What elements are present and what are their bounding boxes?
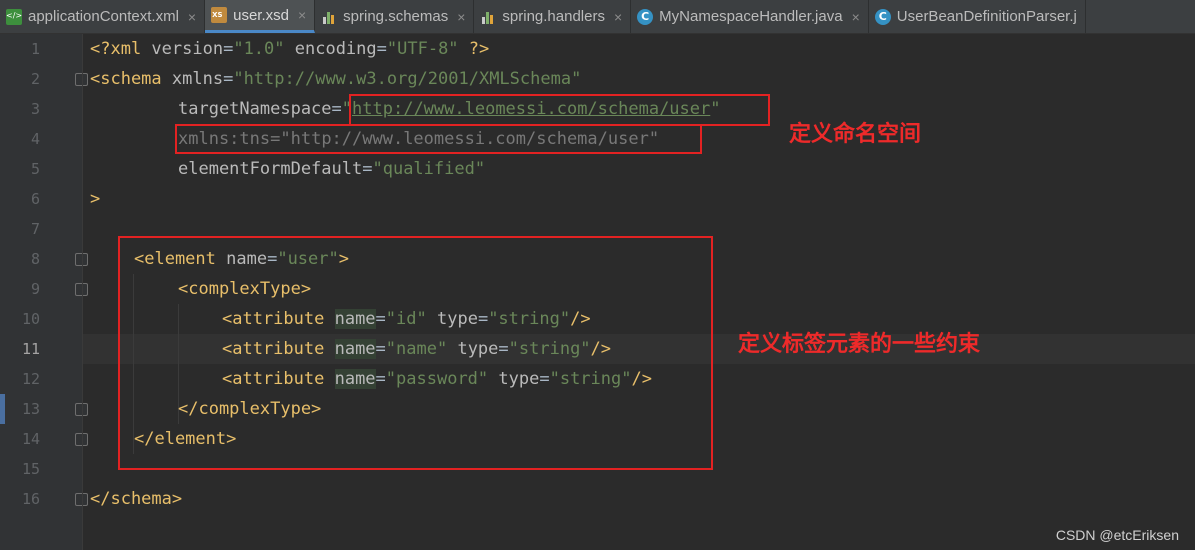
line-number: 1 <box>30 40 40 58</box>
code-line-2: <schema xmlns="http://www.w3.org/2001/XM… <box>90 69 582 89</box>
close-icon[interactable]: × <box>298 7 306 23</box>
tab-label: UserBeanDefinitionParser.j <box>896 8 1077 25</box>
tab-user-xsd[interactable]: user.xsd × <box>205 0 316 33</box>
line-number: 10 <box>21 310 40 328</box>
watermark: CSDN @etcEriksen <box>1055 527 1179 543</box>
tab-label: user.xsd <box>233 6 289 24</box>
line-number: 6 <box>30 190 40 208</box>
line-number-gutter: 1 2 3 4 5 6 7 8 9 10 11 12 13 14 15 16 <box>0 34 88 550</box>
editor-tab-bar: applicationContext.xml × user.xsd × spri… <box>0 0 1195 34</box>
properties-file-icon <box>321 9 337 25</box>
java-class-icon <box>637 8 654 25</box>
line-number: 4 <box>30 130 40 148</box>
tab-userbeandefinitionparser-java[interactable]: UserBeanDefinitionParser.j <box>869 0 1086 33</box>
xml-file-icon <box>6 8 22 25</box>
code-line-16: </schema> <box>90 489 183 509</box>
close-icon[interactable]: × <box>457 9 465 25</box>
tab-label: spring.schemas <box>343 8 449 25</box>
line-number: 2 <box>30 70 40 88</box>
close-icon[interactable]: × <box>852 9 860 25</box>
close-icon[interactable]: × <box>614 9 622 25</box>
target-namespace-highlight-box <box>349 94 770 126</box>
xmlns-tns-highlight-box <box>175 124 702 154</box>
constraints-annotation: 定义标签元素的一些约束 <box>738 332 981 357</box>
tab-label: spring.handlers <box>502 8 605 25</box>
scroll-marker <box>0 394 5 424</box>
line-number: 5 <box>30 160 40 178</box>
line-number: 7 <box>30 220 40 238</box>
line-number: 12 <box>21 370 40 388</box>
code-line-5: elementFormDefault="qualified" <box>178 159 486 179</box>
line-number-current: 11 <box>21 340 40 358</box>
properties-file-icon <box>480 9 496 25</box>
line-number: 9 <box>30 280 40 298</box>
xsd-file-icon <box>211 7 228 23</box>
line-number: 8 <box>30 250 40 268</box>
line-number: 16 <box>21 490 40 508</box>
line-number: 3 <box>30 100 40 118</box>
element-constraints-highlight-box <box>118 236 713 470</box>
line-number: 13 <box>21 400 40 418</box>
tab-spring-handlers[interactable]: spring.handlers × <box>474 0 632 33</box>
tab-spring-schemas[interactable]: spring.schemas × <box>315 0 475 33</box>
line-number: 14 <box>21 430 40 448</box>
namespace-annotation: 定义命名空间 <box>789 122 922 147</box>
tab-label: applicationContext.xml <box>28 8 179 25</box>
code-line-1: <?xml version="1.0" encoding="UTF-8" ?> <box>90 39 490 59</box>
tab-label: MyNamespaceHandler.java <box>659 8 843 25</box>
code-line-6: > <box>90 189 101 209</box>
line-number: 15 <box>21 460 40 478</box>
tab-mynamespacehandler-java[interactable]: MyNamespaceHandler.java × <box>631 0 869 33</box>
java-class-icon <box>874 8 891 25</box>
close-icon[interactable]: × <box>188 9 196 25</box>
tab-applicationcontext-xml[interactable]: applicationContext.xml × <box>0 0 206 33</box>
